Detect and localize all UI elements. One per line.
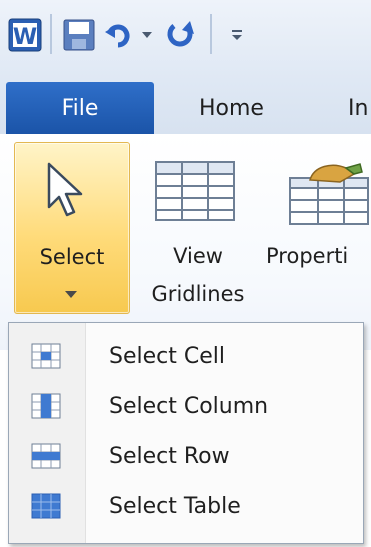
- undo-dropdown-icon[interactable]: [141, 30, 153, 40]
- customize-qat-icon[interactable]: [230, 28, 244, 42]
- tab-file[interactable]: File: [6, 82, 154, 134]
- view-gridlines-label-line2: Gridlines: [151, 282, 245, 306]
- menu-item-select-cell[interactable]: Select Cell: [9, 331, 363, 381]
- properties-icon: [289, 163, 369, 225]
- view-gridlines-button[interactable]: View Gridlines: [138, 142, 258, 312]
- undo-icon[interactable]: [104, 20, 134, 50]
- select-cell-icon: [31, 343, 61, 369]
- select-table-icon: [31, 493, 61, 519]
- menu-item-select-column[interactable]: Select Column: [9, 381, 363, 431]
- select-row-icon: [31, 443, 61, 469]
- select-dropdown-menu: Select Cell Select Column Select Row Sel…: [8, 322, 364, 544]
- menu-item-select-table[interactable]: Select Table: [9, 481, 363, 531]
- pointer-icon: [47, 162, 83, 217]
- tab-home[interactable]: Home: [199, 82, 264, 134]
- select-column-icon: [31, 393, 61, 419]
- word-icon[interactable]: W: [8, 18, 42, 52]
- menu-item-select-row[interactable]: Select Row: [9, 431, 363, 481]
- select-button[interactable]: Select: [14, 142, 130, 314]
- select-button-label: Select: [39, 245, 105, 269]
- properties-button[interactable]: Properti: [262, 142, 371, 312]
- properties-button-label: Properti: [266, 244, 349, 268]
- svg-text:W: W: [13, 25, 37, 50]
- save-icon[interactable]: [62, 18, 96, 52]
- menu-item-label: Select Column: [109, 393, 269, 419]
- menu-item-label: Select Table: [109, 493, 241, 519]
- tab-insert[interactable]: In: [348, 82, 368, 134]
- redo-icon[interactable]: [166, 20, 196, 50]
- table-grid-icon: [155, 161, 235, 221]
- chevron-down-icon: [65, 291, 77, 298]
- menu-item-label: Select Cell: [109, 343, 225, 369]
- quick-access-toolbar: W: [0, 0, 371, 80]
- menu-item-label: Select Row: [109, 443, 230, 469]
- view-gridlines-label-line1: View: [173, 244, 223, 268]
